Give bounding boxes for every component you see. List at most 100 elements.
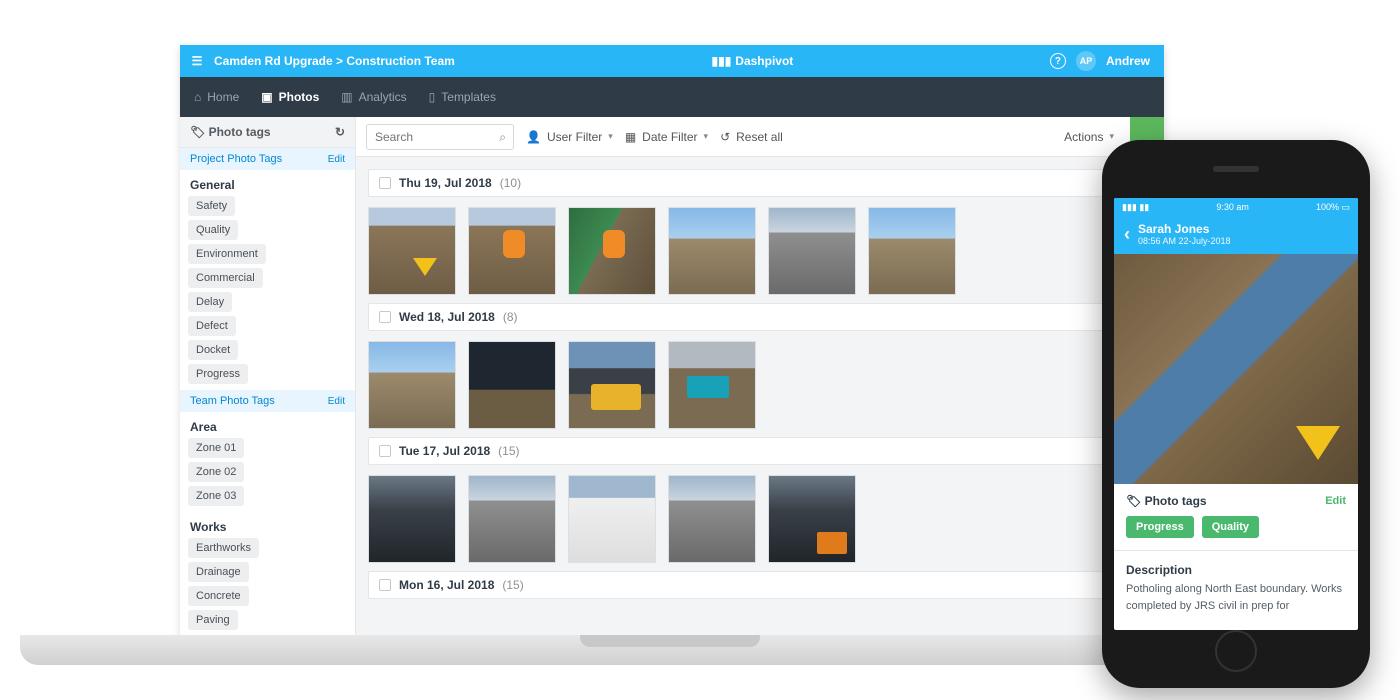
chevron-down-icon: ▾ xyxy=(1109,131,1114,142)
checkbox[interactable] xyxy=(379,445,391,457)
team-tags-section[interactable]: Team Photo Tags Edit xyxy=(180,390,355,412)
user-filter[interactable]: 👤User Filter▾ xyxy=(526,130,613,144)
nav-templates[interactable]: ▯Templates xyxy=(429,90,496,104)
search-field[interactable] xyxy=(366,124,514,150)
actions-menu[interactable]: Actions▾ xyxy=(1064,130,1114,144)
photo-thumbnail[interactable] xyxy=(468,207,556,295)
content: ⌕ 👤User Filter▾ ▦Date Filter▾ ↺Reset all… xyxy=(356,117,1164,638)
toolbar: ⌕ 👤User Filter▾ ▦Date Filter▾ ↺Reset all… xyxy=(356,117,1164,157)
photo-thumbnail[interactable] xyxy=(568,475,656,563)
phone-tag-chip[interactable]: Quality xyxy=(1202,516,1259,538)
tag-chip[interactable]: Progress xyxy=(188,364,248,384)
photo-thumbnail[interactable] xyxy=(668,475,756,563)
phone-screen: ▮▮▮ ▮▮ 9:30 am 100% ▭ ‹ Sarah Jones 08:5… xyxy=(1114,198,1358,630)
photo-thumbnail[interactable] xyxy=(768,207,856,295)
back-icon[interactable]: ‹ xyxy=(1124,224,1130,245)
phone-mockup: ▮▮▮ ▮▮ 9:30 am 100% ▭ ‹ Sarah Jones 08:5… xyxy=(1102,140,1370,688)
sidebar: 🏷 Photo tags ↻ Project Photo Tags Edit G… xyxy=(180,117,356,638)
tag-chip[interactable]: Paving xyxy=(188,610,238,630)
tag-chip[interactable]: Docket xyxy=(188,340,238,360)
date-label: Wed 18, Jul 2018 xyxy=(399,310,495,324)
tag-chip[interactable]: Drainage xyxy=(188,562,249,582)
tag-chip[interactable]: Safety xyxy=(188,196,235,216)
checkbox[interactable] xyxy=(379,579,391,591)
edit-project-tags[interactable]: Edit xyxy=(328,154,345,165)
reset-icon: ↺ xyxy=(720,130,730,144)
chart-icon: ▥ xyxy=(341,90,352,104)
photo-count: (10) xyxy=(500,176,521,190)
group-title: General xyxy=(180,170,355,196)
hamburger-icon[interactable]: ☰ xyxy=(180,54,214,68)
date-label: Tue 17, Jul 2018 xyxy=(399,444,490,458)
nav-photos[interactable]: ▣Photos xyxy=(261,90,319,104)
photo-thumbnail[interactable] xyxy=(568,207,656,295)
phone-desc-body: Potholing along North East boundary. Wor… xyxy=(1126,581,1346,614)
photo-thumbnail[interactable] xyxy=(368,207,456,295)
tag-chip[interactable]: Zone 03 xyxy=(188,486,244,506)
phone-tag-chip[interactable]: Progress xyxy=(1126,516,1194,538)
calendar-icon: ▦ xyxy=(625,130,636,144)
sidebar-header: 🏷 Photo tags ↻ xyxy=(180,117,355,148)
user-icon: 👤 xyxy=(526,130,541,144)
tag-chip[interactable]: Environment xyxy=(188,244,266,264)
photo-count: (15) xyxy=(498,444,519,458)
signal-icon: ▮▮▮ ▮▮ xyxy=(1122,202,1149,213)
tag-chip[interactable]: Zone 01 xyxy=(188,438,244,458)
breadcrumb[interactable]: Camden Rd Upgrade > Construction Team xyxy=(214,54,455,68)
photo-thumbnail[interactable] xyxy=(368,475,456,563)
avatar[interactable]: AP xyxy=(1076,51,1096,71)
user-name[interactable]: Andrew xyxy=(1106,54,1150,68)
date-group-header[interactable]: Wed 18, Jul 2018 (8) xyxy=(368,303,1152,331)
photo-count: (8) xyxy=(503,310,518,324)
project-tags-section[interactable]: Project Photo Tags Edit xyxy=(180,148,355,170)
photo-thumbnail[interactable] xyxy=(768,475,856,563)
date-group-header[interactable]: Mon 16, Jul 2018 (15) xyxy=(368,571,1152,599)
chevron-down-icon: ▾ xyxy=(704,131,709,142)
date-group-header[interactable]: Tue 17, Jul 2018 (15) xyxy=(368,437,1152,465)
tag-chip[interactable]: Concrete xyxy=(188,586,249,606)
photo-thumbnail[interactable] xyxy=(568,341,656,429)
refresh-icon[interactable]: ↻ xyxy=(335,125,345,139)
nav-analytics[interactable]: ▥Analytics xyxy=(341,90,406,104)
checkbox[interactable] xyxy=(379,311,391,323)
photo-thumbnail[interactable] xyxy=(468,475,556,563)
tag-chip[interactable]: Quality xyxy=(188,220,238,240)
tag-chip[interactable]: Delay xyxy=(188,292,232,312)
tags-icon: 🏷 xyxy=(190,125,205,139)
tag-chip[interactable]: Commercial xyxy=(188,268,263,288)
group-title: Works xyxy=(180,512,355,538)
phone-timestamp: 08:56 AM 22-July-2018 xyxy=(1138,236,1231,246)
phone-user-name: Sarah Jones xyxy=(1138,222,1231,236)
app-header: ☰ Camden Rd Upgrade > Construction Team … xyxy=(180,45,1164,77)
edit-team-tags[interactable]: Edit xyxy=(328,396,345,407)
date-label: Mon 16, Jul 2018 xyxy=(399,578,494,592)
phone-header: ‹ Sarah Jones 08:56 AM 22-July-2018 xyxy=(1114,216,1358,254)
photo-thumbnail[interactable] xyxy=(368,341,456,429)
checkbox[interactable] xyxy=(379,177,391,189)
photo-thumbnail[interactable] xyxy=(668,207,756,295)
date-filter[interactable]: ▦Date Filter▾ xyxy=(625,130,708,144)
app-title: ▮▮▮Dashpivot xyxy=(455,54,1050,68)
battery-icon: 100% ▭ xyxy=(1316,202,1350,213)
reset-all[interactable]: ↺Reset all xyxy=(720,130,783,144)
tag-chip[interactable]: Zone 02 xyxy=(188,462,244,482)
phone-desc-label: Description xyxy=(1126,563,1346,577)
photo-count: (15) xyxy=(502,578,523,592)
status-time: 9:30 am xyxy=(1216,202,1249,212)
photo-thumbnail[interactable] xyxy=(468,341,556,429)
photo-thumbnail[interactable] xyxy=(668,341,756,429)
tag-chip[interactable]: Defect xyxy=(188,316,236,336)
phone-photo[interactable] xyxy=(1114,254,1358,484)
date-label: Thu 19, Jul 2018 xyxy=(399,176,492,190)
tags-icon: 🏷 xyxy=(1126,494,1141,508)
phone-edit-tags[interactable]: Edit xyxy=(1325,495,1346,507)
logo-icon: ▮▮▮ xyxy=(711,54,731,68)
date-group-header[interactable]: Thu 19, Jul 2018 (10) xyxy=(368,169,1152,197)
tag-chip[interactable]: Earthworks xyxy=(188,538,259,558)
search-input[interactable]: ⌕ xyxy=(366,124,514,150)
photo-thumbnail[interactable] xyxy=(868,207,956,295)
nav-bar: ⌂Home ▣Photos ▥Analytics ▯Templates xyxy=(180,77,1164,117)
file-icon: ▯ xyxy=(429,90,436,104)
help-icon[interactable]: ? xyxy=(1050,53,1066,69)
nav-home[interactable]: ⌂Home xyxy=(194,90,239,104)
